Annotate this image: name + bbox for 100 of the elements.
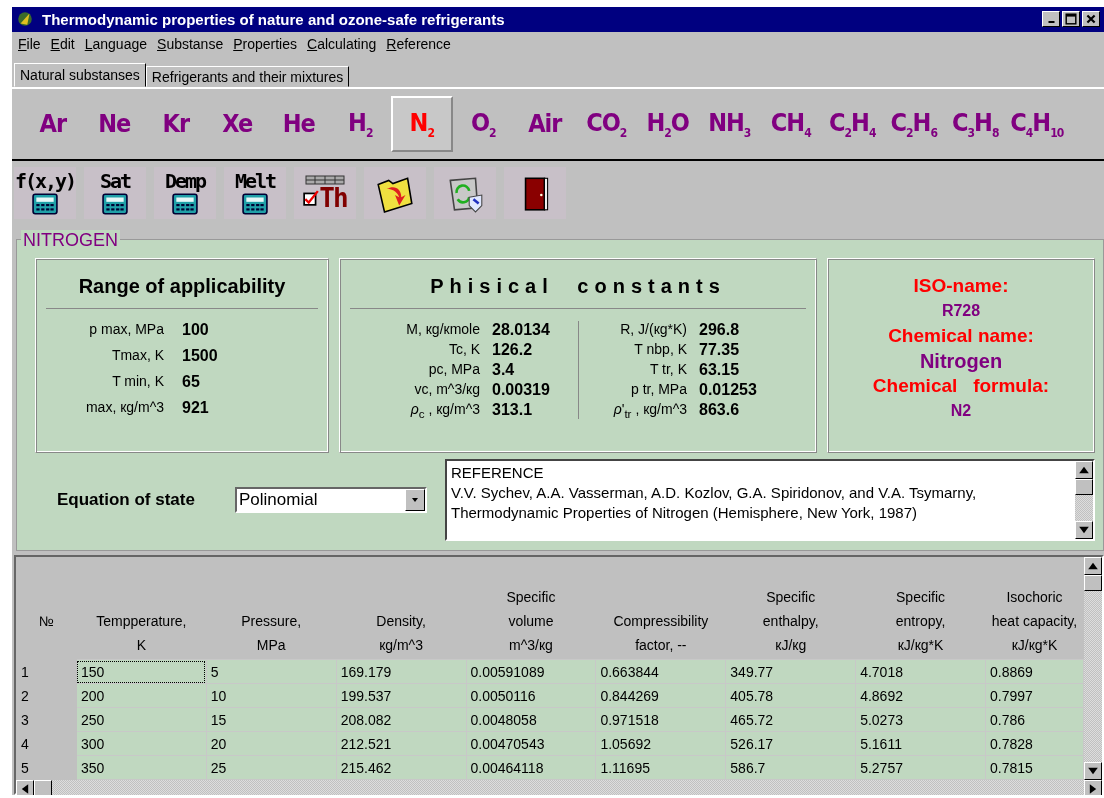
table-cell[interactable]: 169.179 [336,659,466,684]
calculator-icon [172,193,198,216]
substance-button[interactable]: H$_{2}$O [637,95,699,152]
scroll-bar[interactable] [1075,460,1093,539]
table-cell[interactable]: 10 [206,683,337,708]
table-cell[interactable]: 0.00591089 [466,659,596,684]
app-icon [16,10,34,29]
table-cell[interactable]: 25 [206,755,337,780]
substance-button[interactable]: H$_{2}$ [329,95,391,152]
identity-value: N2 [950,400,972,421]
table-cell[interactable]: 199.537 [336,683,466,708]
table-cell[interactable]: 405.78 [725,683,856,708]
substance-button[interactable]: He [268,95,330,152]
reference-line: V.V. Sychev, A.A. Vasserman, A.D. Kozlov, G.A. Spiridonov, and V.A. Tsymarny, [451,482,978,503]
table-cell[interactable]: 5.1611 [855,731,986,756]
table-cell[interactable]: 0.7828 [985,731,1084,756]
table-cell[interactable]: 0.8869 [985,659,1084,684]
substance-button[interactable]: Ne [83,95,145,152]
table-cell[interactable]: 150 [76,659,207,684]
minimize-button[interactable] [1042,11,1060,28]
table-cell[interactable]: 300 [76,731,207,756]
table-cell[interactable]: 5.2757 [855,755,986,780]
equation-dropdown[interactable]: Polinomial [235,486,427,513]
table-cell[interactable]: 0.0048058 [466,707,596,732]
panel-title: Range of applicability [46,258,318,309]
table-cell[interactable]: 586.7 [725,755,856,780]
tab[interactable]: Refrigerants and their mixtures [145,65,350,87]
property-label: Tc, K [447,340,480,359]
substance-button[interactable]: Air [514,95,576,152]
table-cell[interactable]: 15 [206,707,337,732]
property-value: 126.2 [492,340,534,359]
substance-button[interactable]: CH$_{4}$ [760,95,822,152]
substance-button[interactable]: CO$_{2}$ [575,95,637,152]
menu-item[interactable]: Language [84,36,148,53]
menu-item[interactable]: Properties [233,36,297,53]
tool-button[interactable] [434,166,496,219]
substance-button[interactable]: C$_{3}$H$_{8}$ [944,95,1006,152]
property-value: 0.01253 [699,380,758,399]
substance-button[interactable]: C$_{2}$H$_{6}$ [883,95,945,152]
scroll-bar[interactable] [16,780,1102,795]
table-cell[interactable]: 20 [206,731,337,756]
tool-button[interactable]: Th [294,166,356,219]
scroll-bar[interactable] [1084,557,1102,780]
table-cell[interactable]: 4.8692 [855,683,986,708]
table-cell[interactable]: 0.00470543 [466,731,596,756]
tool-button[interactable] [504,166,566,219]
substance-button[interactable]: Ar [22,95,84,152]
table-cell[interactable]: 350 [76,755,207,780]
substance-button[interactable]: Kr [145,95,207,152]
table-cell[interactable]: 349.77 [725,659,856,684]
table-cell[interactable]: 0.844269 [595,683,726,708]
tool-button[interactable]: Melt [224,166,286,219]
table-cell[interactable]: 5 [206,659,337,684]
substance-button[interactable]: C$_{4}$H$_{10}$ [1006,95,1068,152]
property-label: ρ'$_{tr}$ , кg/m^3 [612,400,687,420]
table-cell[interactable]: 0.7815 [985,755,1084,780]
tool-button[interactable]: Sat [84,166,146,219]
tool-button[interactable]: f(x,y) [14,166,76,219]
substance-button[interactable]: C$_{2}$H$_{4}$ [821,95,883,152]
menu-item[interactable]: Edit [50,36,75,53]
menu-item[interactable]: Calculating [307,36,377,53]
table-cell[interactable]: 0.0050116 [466,683,596,708]
maximize-button[interactable] [1062,11,1080,28]
substance-button[interactable]: O$_{2}$ [452,95,514,152]
table-cell[interactable]: 215.462 [336,755,466,780]
substance-button[interactable]: Xe [206,95,268,152]
table-cell[interactable]: 1.05692 [595,731,726,756]
property-value: 313.1 [492,400,534,420]
table-cell[interactable]: 200 [76,683,207,708]
menu-item[interactable]: Substanse [157,36,224,53]
tool-button[interactable] [364,166,426,219]
reference-line: Thermodynamic Properties of Nitrogen (Hemisphere, New York, 1987) [451,502,919,523]
table-cell[interactable]: 526.17 [725,731,856,756]
table-cell[interactable]: 0.663844 [595,659,726,684]
panel-title: Phisical constants [350,258,806,309]
column-header: № [37,612,55,631]
substance-button[interactable]: NH$_{3}$ [698,95,760,152]
property-label: max, кg/m^3 [84,398,164,417]
menu-item[interactable]: File [18,36,41,53]
column-header: Specific volume m^3/кg [505,588,557,655]
identity-label: Chemical name: [888,323,1034,348]
table-cell[interactable]: 0.971518 [595,707,726,732]
table-cell[interactable]: 0.786 [985,707,1084,732]
menu-item[interactable]: Reference [386,36,451,53]
table-cell[interactable]: 5.0273 [855,707,986,732]
property-value: 28.0134 [492,320,551,339]
property-label: R, J/(кg*K) [619,320,687,339]
table-cell[interactable]: 0.7997 [985,683,1084,708]
column-header: Isochoric heat capacity, кJ/кg*K [990,588,1079,655]
table-cell[interactable]: 208.082 [336,707,466,732]
tool-button[interactable]: Demp [154,166,216,219]
table-cell[interactable]: 0.00464118 [466,755,596,780]
close-button[interactable] [1082,11,1100,28]
table-cell[interactable]: 212.521 [336,731,466,756]
column-header: Density, кg/m^3 [375,612,427,655]
table-cell[interactable]: 465.72 [725,707,856,732]
table-cell[interactable]: 250 [76,707,207,732]
table-cell[interactable]: 1.11695 [595,755,726,780]
tab[interactable]: Natural substanses [14,62,146,87]
table-cell[interactable]: 4.7018 [855,659,986,684]
